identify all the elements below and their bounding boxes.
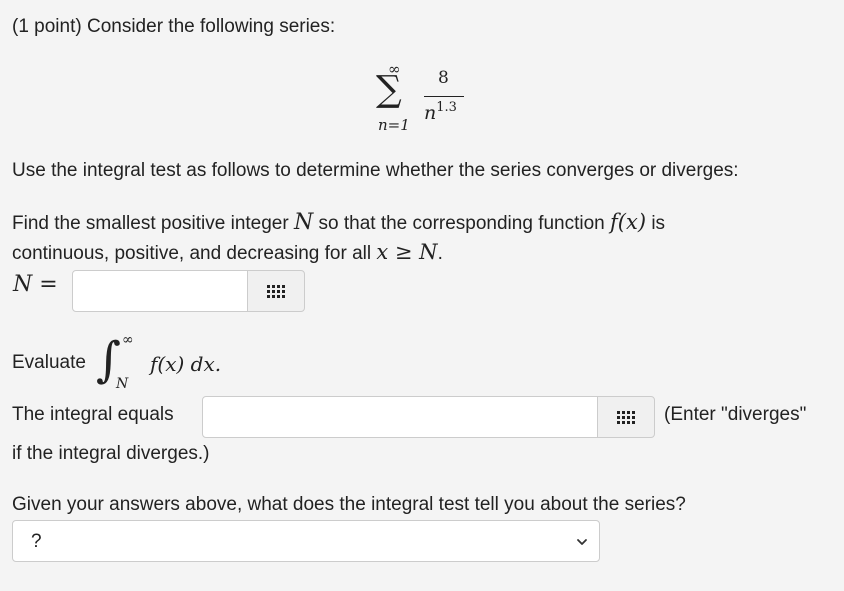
integral-answer-input[interactable]: [202, 396, 598, 438]
integral-lower-limit: N: [116, 376, 129, 392]
function-f: f(x): [610, 210, 647, 234]
n-answer-input[interactable]: [72, 270, 248, 312]
find-text: so that the corresponding function: [313, 213, 611, 234]
n-equation-editor-button[interactable]: [247, 270, 305, 312]
integrand: f(x) dx.: [150, 352, 222, 376]
enter-diverges-hint-cont: if the integral diverges.): [12, 443, 210, 464]
find-text-line1: Find the smallest positive integer N so …: [12, 210, 665, 235]
series-formula: ∞ ∑ n=1 8 n1.3: [376, 60, 486, 140]
denominator-base: n: [424, 102, 437, 124]
fraction-bar: [424, 96, 464, 97]
chevron-down-icon: [577, 539, 587, 545]
sum-lower-limit: n=1: [378, 116, 410, 134]
enter-diverges-hint: (Enter "diverges": [664, 404, 807, 425]
find-text: Find the smallest positive integer: [12, 213, 294, 234]
grid-icon: [267, 284, 285, 298]
integral-equation-editor-button[interactable]: [597, 396, 655, 438]
condition-math: x ≥ N: [376, 240, 438, 264]
conclusion-select[interactable]: ?: [12, 520, 600, 562]
find-text: is: [646, 213, 666, 234]
find-text-line2: continuous, positive, and decreasing for…: [12, 240, 443, 265]
integral-upper-limit: ∞: [122, 332, 134, 348]
grid-icon: [617, 410, 635, 424]
instructions-text: Use the integral test as follows to dete…: [12, 160, 739, 181]
sigma-symbol: ∑: [376, 69, 402, 110]
integral-formula: ∫ ∞ N f(x) dx.: [96, 330, 256, 400]
select-value: ?: [31, 531, 42, 552]
problem-header: (1 point) Consider the following series:: [12, 16, 336, 37]
var-n: N: [293, 210, 314, 235]
n-equals-label: N =: [13, 272, 58, 297]
evaluate-label: Evaluate: [12, 352, 86, 373]
integral-equals-label: The integral equals: [12, 404, 174, 425]
find-text: .: [437, 243, 443, 264]
fraction-denominator: n1.3: [424, 100, 457, 124]
conclusion-question: Given your answers above, what does the …: [12, 494, 686, 515]
find-text: continuous, positive, and decreasing for…: [12, 243, 377, 264]
fraction-numerator: 8: [438, 68, 449, 88]
denominator-exponent: 1.3: [436, 100, 457, 115]
